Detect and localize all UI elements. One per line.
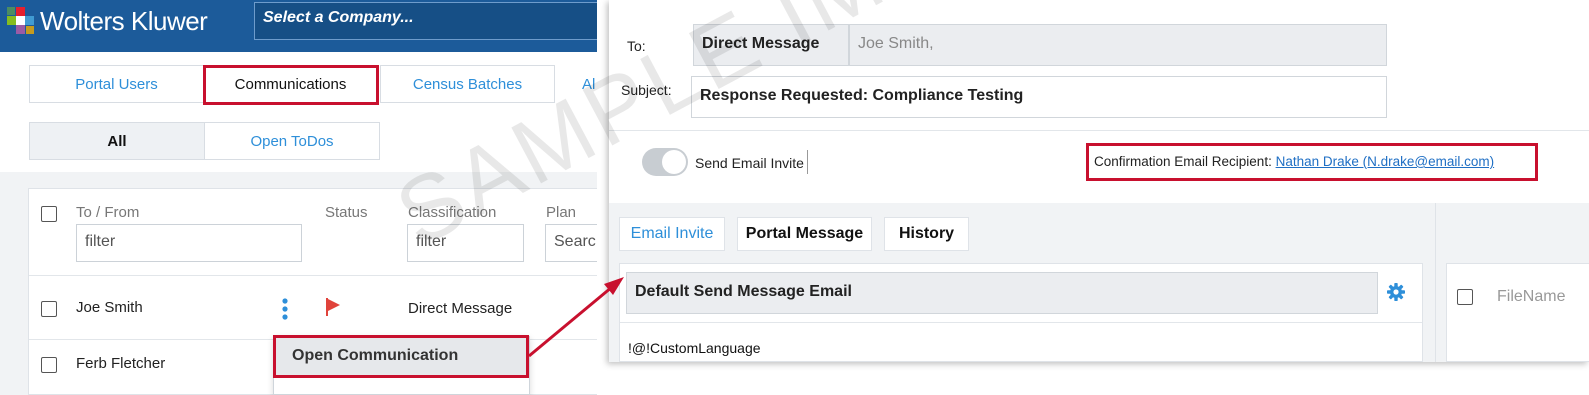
- wolters-kluwer-logo-icon: [7, 7, 34, 34]
- form-divider: [609, 130, 1589, 131]
- tab-overflow[interactable]: Al: [566, 65, 597, 103]
- row-to-from: Joe Smith: [76, 299, 143, 316]
- row-context-menu: Open Communication: [273, 336, 530, 395]
- send-email-invite-label: Send Email Invite: [695, 155, 804, 171]
- row-classification: Direct Message: [408, 300, 513, 317]
- company-selector[interactable]: Select a Company...: [254, 2, 597, 40]
- message-detail-panel: To: Direct Message Joe Smith, Subject: R…: [609, 0, 1589, 362]
- confirmation-recipient-box: Confirmation Email Recipient: Nathan Dra…: [1086, 143, 1538, 181]
- portal-panel: Wolters Kluwer Select a Company... Porta…: [0, 0, 597, 395]
- tab-email-invite[interactable]: Email Invite: [619, 217, 725, 251]
- flag-icon: [326, 298, 340, 316]
- tab-census-batches[interactable]: Census Batches: [380, 65, 555, 103]
- recipient-type-field[interactable]: Direct Message: [693, 24, 849, 66]
- row-checkbox[interactable]: [41, 357, 57, 373]
- tab-history[interactable]: History: [884, 217, 969, 251]
- header-divider: [29, 275, 597, 276]
- template-body-preview: !@!CustomLanguage: [628, 340, 761, 356]
- column-classification[interactable]: Classification: [408, 204, 496, 221]
- subtab-all[interactable]: All: [29, 122, 205, 160]
- confirmation-recipient-link[interactable]: Nathan Drake (N.drake@email.com): [1276, 154, 1495, 169]
- attachments-grid: FileName: [1446, 263, 1589, 362]
- send-email-invite-toggle[interactable]: [642, 148, 688, 176]
- column-to-from[interactable]: To / From: [76, 204, 139, 221]
- email-template-pane: Default Send Message Email !@!CustomLang…: [619, 263, 1423, 362]
- row-checkbox[interactable]: [41, 301, 57, 317]
- row-to-from: Ferb Fletcher: [76, 355, 166, 372]
- attachments-pane: FileName: [1435, 203, 1589, 362]
- subject-label: Subject:: [621, 82, 672, 98]
- to-label: To:: [627, 38, 646, 54]
- plan-filter-input[interactable]: Searc: [545, 224, 597, 262]
- attachments-select-all-checkbox[interactable]: [1457, 289, 1473, 305]
- select-all-checkbox[interactable]: [41, 206, 57, 222]
- recipient-field[interactable]: Joe Smith,: [849, 24, 1387, 66]
- confirmation-label: Confirmation Email Recipient:: [1094, 154, 1272, 169]
- to-from-filter-input[interactable]: filter: [76, 224, 302, 262]
- tab-portal-users[interactable]: Portal Users: [29, 65, 204, 103]
- message-content-area: Email Invite Portal Message History Defa…: [609, 203, 1589, 362]
- kebab-menu-icon[interactable]: [279, 297, 291, 323]
- subject-input[interactable]: Response Requested: Compliance Testing: [691, 76, 1387, 118]
- subtab-open-todos[interactable]: Open ToDos: [204, 122, 380, 160]
- tab-communications[interactable]: Communications: [203, 65, 378, 103]
- column-plan[interactable]: Plan: [546, 204, 576, 221]
- top-bar: Wolters Kluwer Select a Company...: [0, 0, 597, 52]
- gear-icon[interactable]: [1386, 282, 1406, 302]
- template-divider: [620, 322, 1422, 323]
- column-status[interactable]: Status: [325, 204, 368, 221]
- classification-filter-input[interactable]: filter: [407, 224, 524, 262]
- open-communication-menu-item[interactable]: Open Communication: [274, 337, 529, 377]
- main-tabs: Portal Users Communications Census Batch…: [0, 52, 597, 172]
- template-selector[interactable]: Default Send Message Email: [626, 272, 1378, 314]
- toggle-knob: [662, 150, 686, 174]
- tab-portal-message[interactable]: Portal Message: [737, 217, 872, 251]
- text-cursor: [807, 150, 808, 174]
- column-filename[interactable]: FileName: [1497, 288, 1565, 306]
- brand-name: Wolters Kluwer: [40, 6, 208, 36]
